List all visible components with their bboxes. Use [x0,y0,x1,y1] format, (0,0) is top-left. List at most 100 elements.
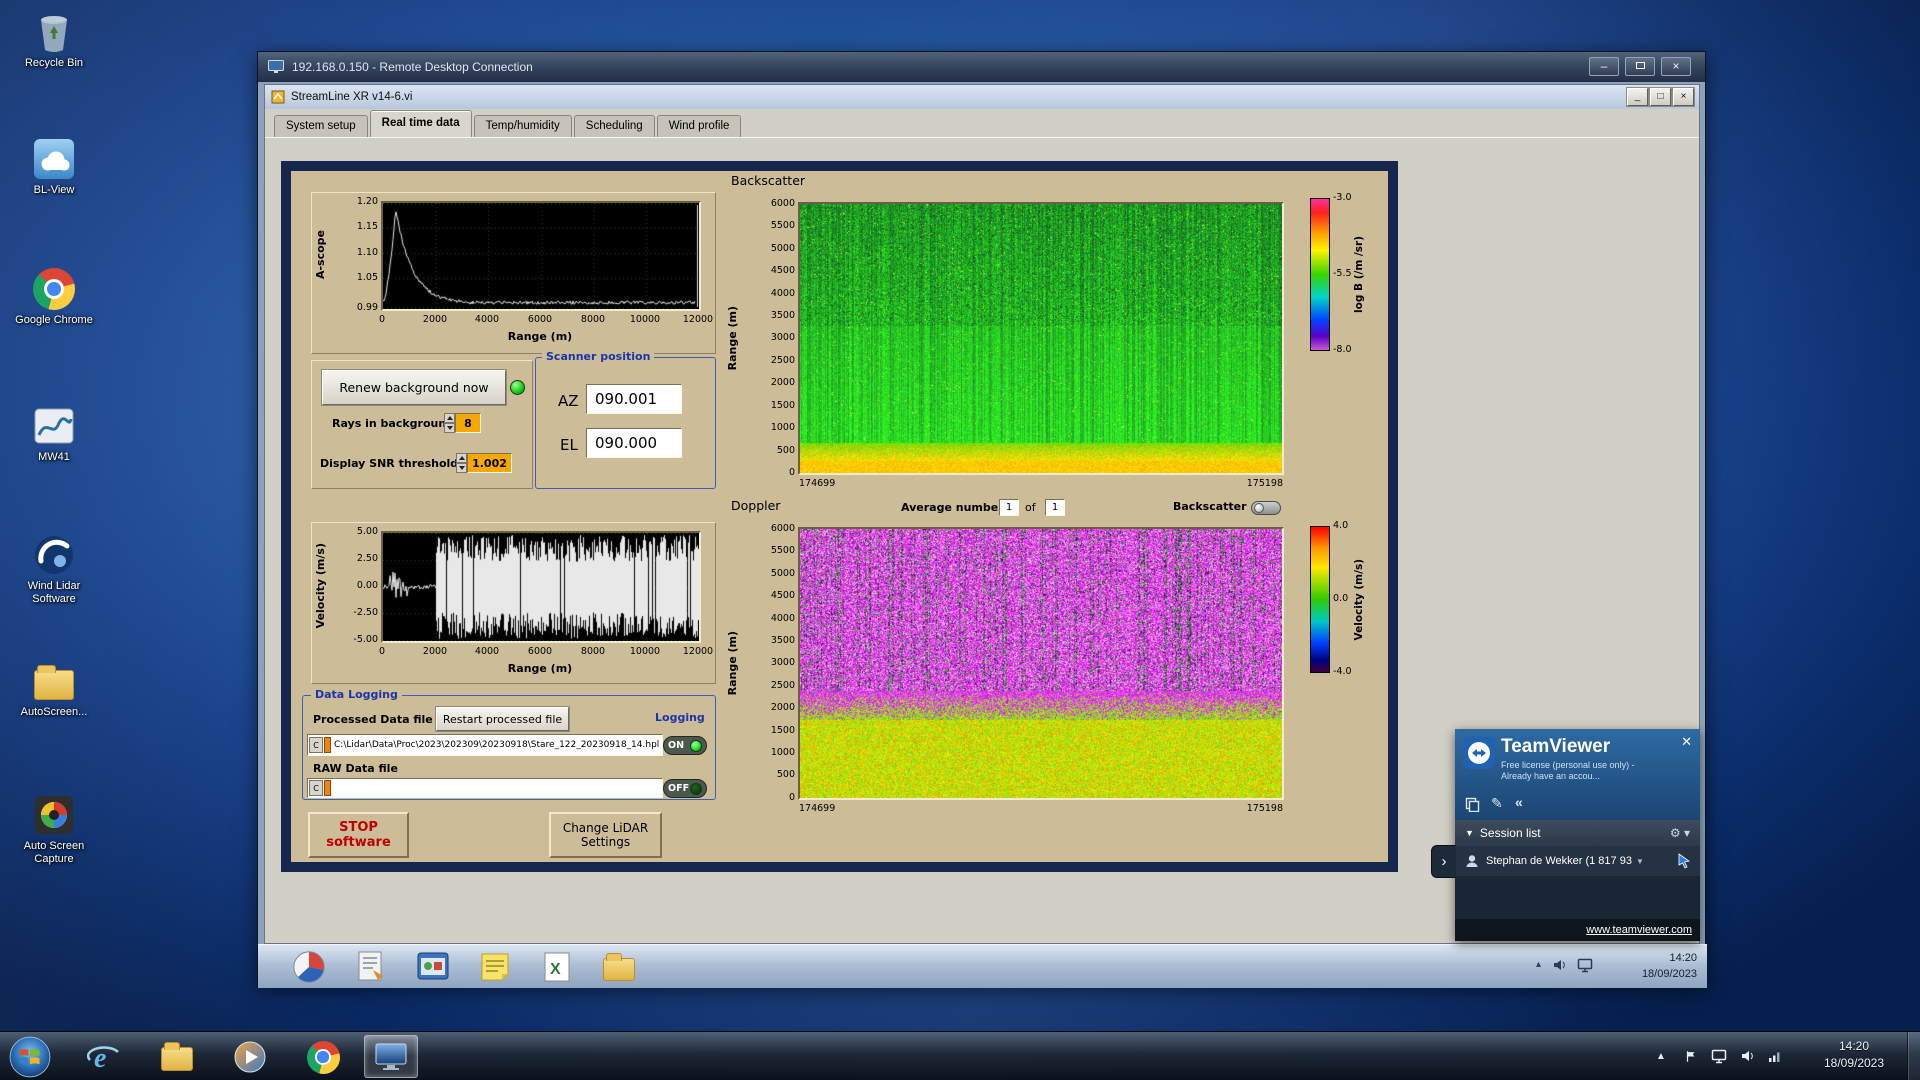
collapse-icon[interactable]: « [1515,794,1523,810]
desktop-icon-google-chrome[interactable]: Google Chrome [6,267,102,327]
doppler-colorbar-tick: -4.0 [1333,667,1352,677]
network-icon[interactable] [1766,1048,1784,1064]
renew-led-indicator [510,380,525,395]
start-button[interactable] [8,1035,51,1078]
desktop-icon-auto-screen-capture[interactable]: Auto Screen Capture [6,793,102,866]
volume-icon[interactable] [1738,1048,1756,1064]
desktop-icon-bl-view[interactable]: BL-View [6,137,102,197]
doppler-title: Doppler [731,498,780,513]
desktop-icon-autoscreen-folder[interactable]: AutoScreen... [6,659,102,719]
backscatter-heatmap [798,202,1284,475]
remote-volume-icon[interactable] [1551,957,1567,978]
media-player-icon[interactable] [230,1039,270,1075]
processed-logging-toggle[interactable]: ON [663,736,707,755]
snr-spinner[interactable] [456,453,467,473]
desktop-icon-recycle-bin[interactable]: Recycle Bin [6,10,102,70]
desktop-icon-mw41[interactable]: MW41 [6,404,102,464]
remote-app-icon-document[interactable] [353,949,389,985]
rdp-minimize-button[interactable]: – [1589,57,1619,76]
clipboard-icon[interactable] [1465,797,1480,817]
app-restore-button[interactable]: □ [1650,88,1671,106]
teamviewer-collapse-tab[interactable]: › [1431,845,1456,878]
remote-tray-expand-icon[interactable]: ▴ [1536,959,1541,970]
file-explorer-icon[interactable] [157,1039,197,1075]
host-clock[interactable]: 14:20 18/09/2023 [1808,1038,1900,1073]
a-scope-ytick: 1.10 [330,248,378,258]
rays-in-background-label: Rays in background [332,417,454,430]
action-center-flag-icon[interactable] [1682,1048,1700,1064]
connect-pointer-icon[interactable] [1677,853,1693,869]
rays-spinner[interactable] [444,413,455,433]
backscatter-toggle-label: Backscatter [1173,500,1247,513]
tab-real-time-data[interactable]: Real time data [370,110,472,137]
rdp-connection-icon[interactable] [1710,1048,1728,1064]
app-close-button[interactable]: × [1673,88,1694,106]
annotate-icon[interactable]: ✎ [1491,795,1503,812]
tab-temp-humidity[interactable]: Temp/humidity [474,115,572,137]
backscatter-ytick: 1000 [741,423,795,433]
azimuth-value[interactable]: 090.001 [586,384,682,414]
path-browse-icon[interactable] [324,780,331,796]
remote-display-icon[interactable] [1577,958,1593,978]
teamviewer-footer: www.teamviewer.com [1455,919,1700,941]
app-minimize-button[interactable]: _ [1627,88,1648,106]
backscatter-toggle-switch[interactable] [1251,501,1281,515]
app-titlebar[interactable]: StreamLine XR v14-6.vi _ □ × [265,85,1699,109]
doppler-ytick: 4500 [741,591,795,601]
raw-logging-toggle[interactable]: OFF [663,779,707,798]
remote-app-icon-window[interactable] [415,949,451,985]
desktop-icon-label: BL-View [6,184,102,197]
tray-expand-icon[interactable]: ▲ [1652,1048,1670,1064]
show-desktop-button[interactable] [1907,1032,1920,1080]
backscatter-ytick: 3500 [741,311,795,321]
raw-path-field[interactable]: C [307,778,663,798]
rdp-taskbar-button[interactable] [364,1035,418,1078]
mw41-icon [32,404,76,448]
tab-system-setup[interactable]: System setup [274,115,368,137]
backscatter-ytick: 4000 [741,289,795,299]
snr-threshold-value[interactable]: 1.002 [467,453,512,473]
rdp-maximize-button[interactable] [1625,57,1655,76]
remote-app-icon-sticky-note[interactable] [477,949,513,985]
rays-in-background-value[interactable]: 8 [455,413,481,433]
tab-wind-profile[interactable]: Wind profile [657,115,742,137]
of-label: of [1025,501,1036,514]
processed-path-field[interactable]: C C:\Lidar\Data\Proc\2023\202309\2023091… [307,734,663,756]
velocity-graph-group: Velocity (m/s) 5.00 2.50 0.00 -2.50 -5.0… [311,522,716,684]
remote-app-icon-spreadsheet[interactable]: X [539,949,575,985]
renew-background-button[interactable]: Renew background now [322,370,506,405]
contact-dropdown-icon[interactable]: ▼ [1636,857,1644,866]
path-browse-icon[interactable] [324,737,331,753]
elevation-value[interactable]: 090.000 [586,428,682,458]
rdp-titlebar[interactable]: 192.168.0.150 - Remote Desktop Connectio… [258,52,1705,82]
restart-processed-file-button[interactable]: Restart processed file [436,707,569,731]
desktop-icon-wind-lidar[interactable]: Wind Lidar Software [6,533,102,606]
change-lidar-settings-button[interactable]: Change LiDAR Settings [549,812,662,858]
backscatter-colorbar [1310,198,1330,351]
teamviewer-website-link[interactable]: www.teamviewer.com [1586,924,1692,936]
session-settings-gear-icon[interactable]: ⚙ ▾ [1670,826,1690,840]
teamviewer-close-icon[interactable]: ✕ [1681,734,1692,750]
remote-app-icon-folder[interactable] [601,949,637,985]
stop-software-button[interactable]: STOP software [308,812,409,858]
data-logging-title: Data Logging [311,688,402,702]
doppler-ytick: 0 [741,793,795,803]
rdp-close-button[interactable]: × [1661,57,1691,76]
chrome-taskbar-icon[interactable] [303,1039,343,1075]
velocity-xtick: 2000 [413,647,457,657]
background-controls-group: Renew background now Rays in background … [311,360,533,489]
internet-explorer-icon[interactable]: e [84,1039,124,1075]
average-number-value[interactable]: 1 [999,499,1019,516]
remote-app-icon-ball[interactable] [291,949,327,985]
average-of-value[interactable]: 1 [1045,499,1065,516]
remote-clock[interactable]: 14:20 18/09/2023 [1642,950,1697,982]
velocity-ytick: 2.50 [330,554,378,564]
session-list-label: Session list [1480,826,1541,840]
a-scope-xtick: 0 [360,315,404,325]
tab-scheduling[interactable]: Scheduling [574,115,655,137]
teamviewer-session-list-bar[interactable]: ▼ Session list ⚙ ▾ [1455,820,1700,846]
teamviewer-contact-row[interactable]: Stephan de Wekker (1 817 93 ▼ [1455,846,1700,876]
velocity-xtick: 0 [360,647,404,657]
a-scope-xtick: 10000 [623,315,667,325]
teamviewer-header: TeamViewer Free license (personal use on… [1455,729,1700,820]
